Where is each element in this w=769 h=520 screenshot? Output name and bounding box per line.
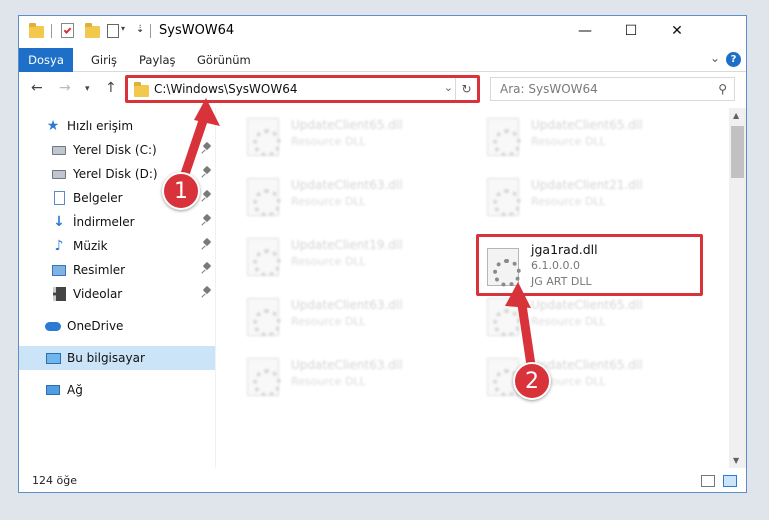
annotation-arrows <box>178 98 537 377</box>
callout-badge-1: 1 <box>162 172 200 210</box>
arrow-two-shaft <box>516 293 537 377</box>
callout-badge-2: 2 <box>513 362 551 400</box>
arrow-two-head <box>505 282 531 308</box>
arrow-one-shaft <box>178 107 211 185</box>
arrow-one-head <box>194 98 220 126</box>
